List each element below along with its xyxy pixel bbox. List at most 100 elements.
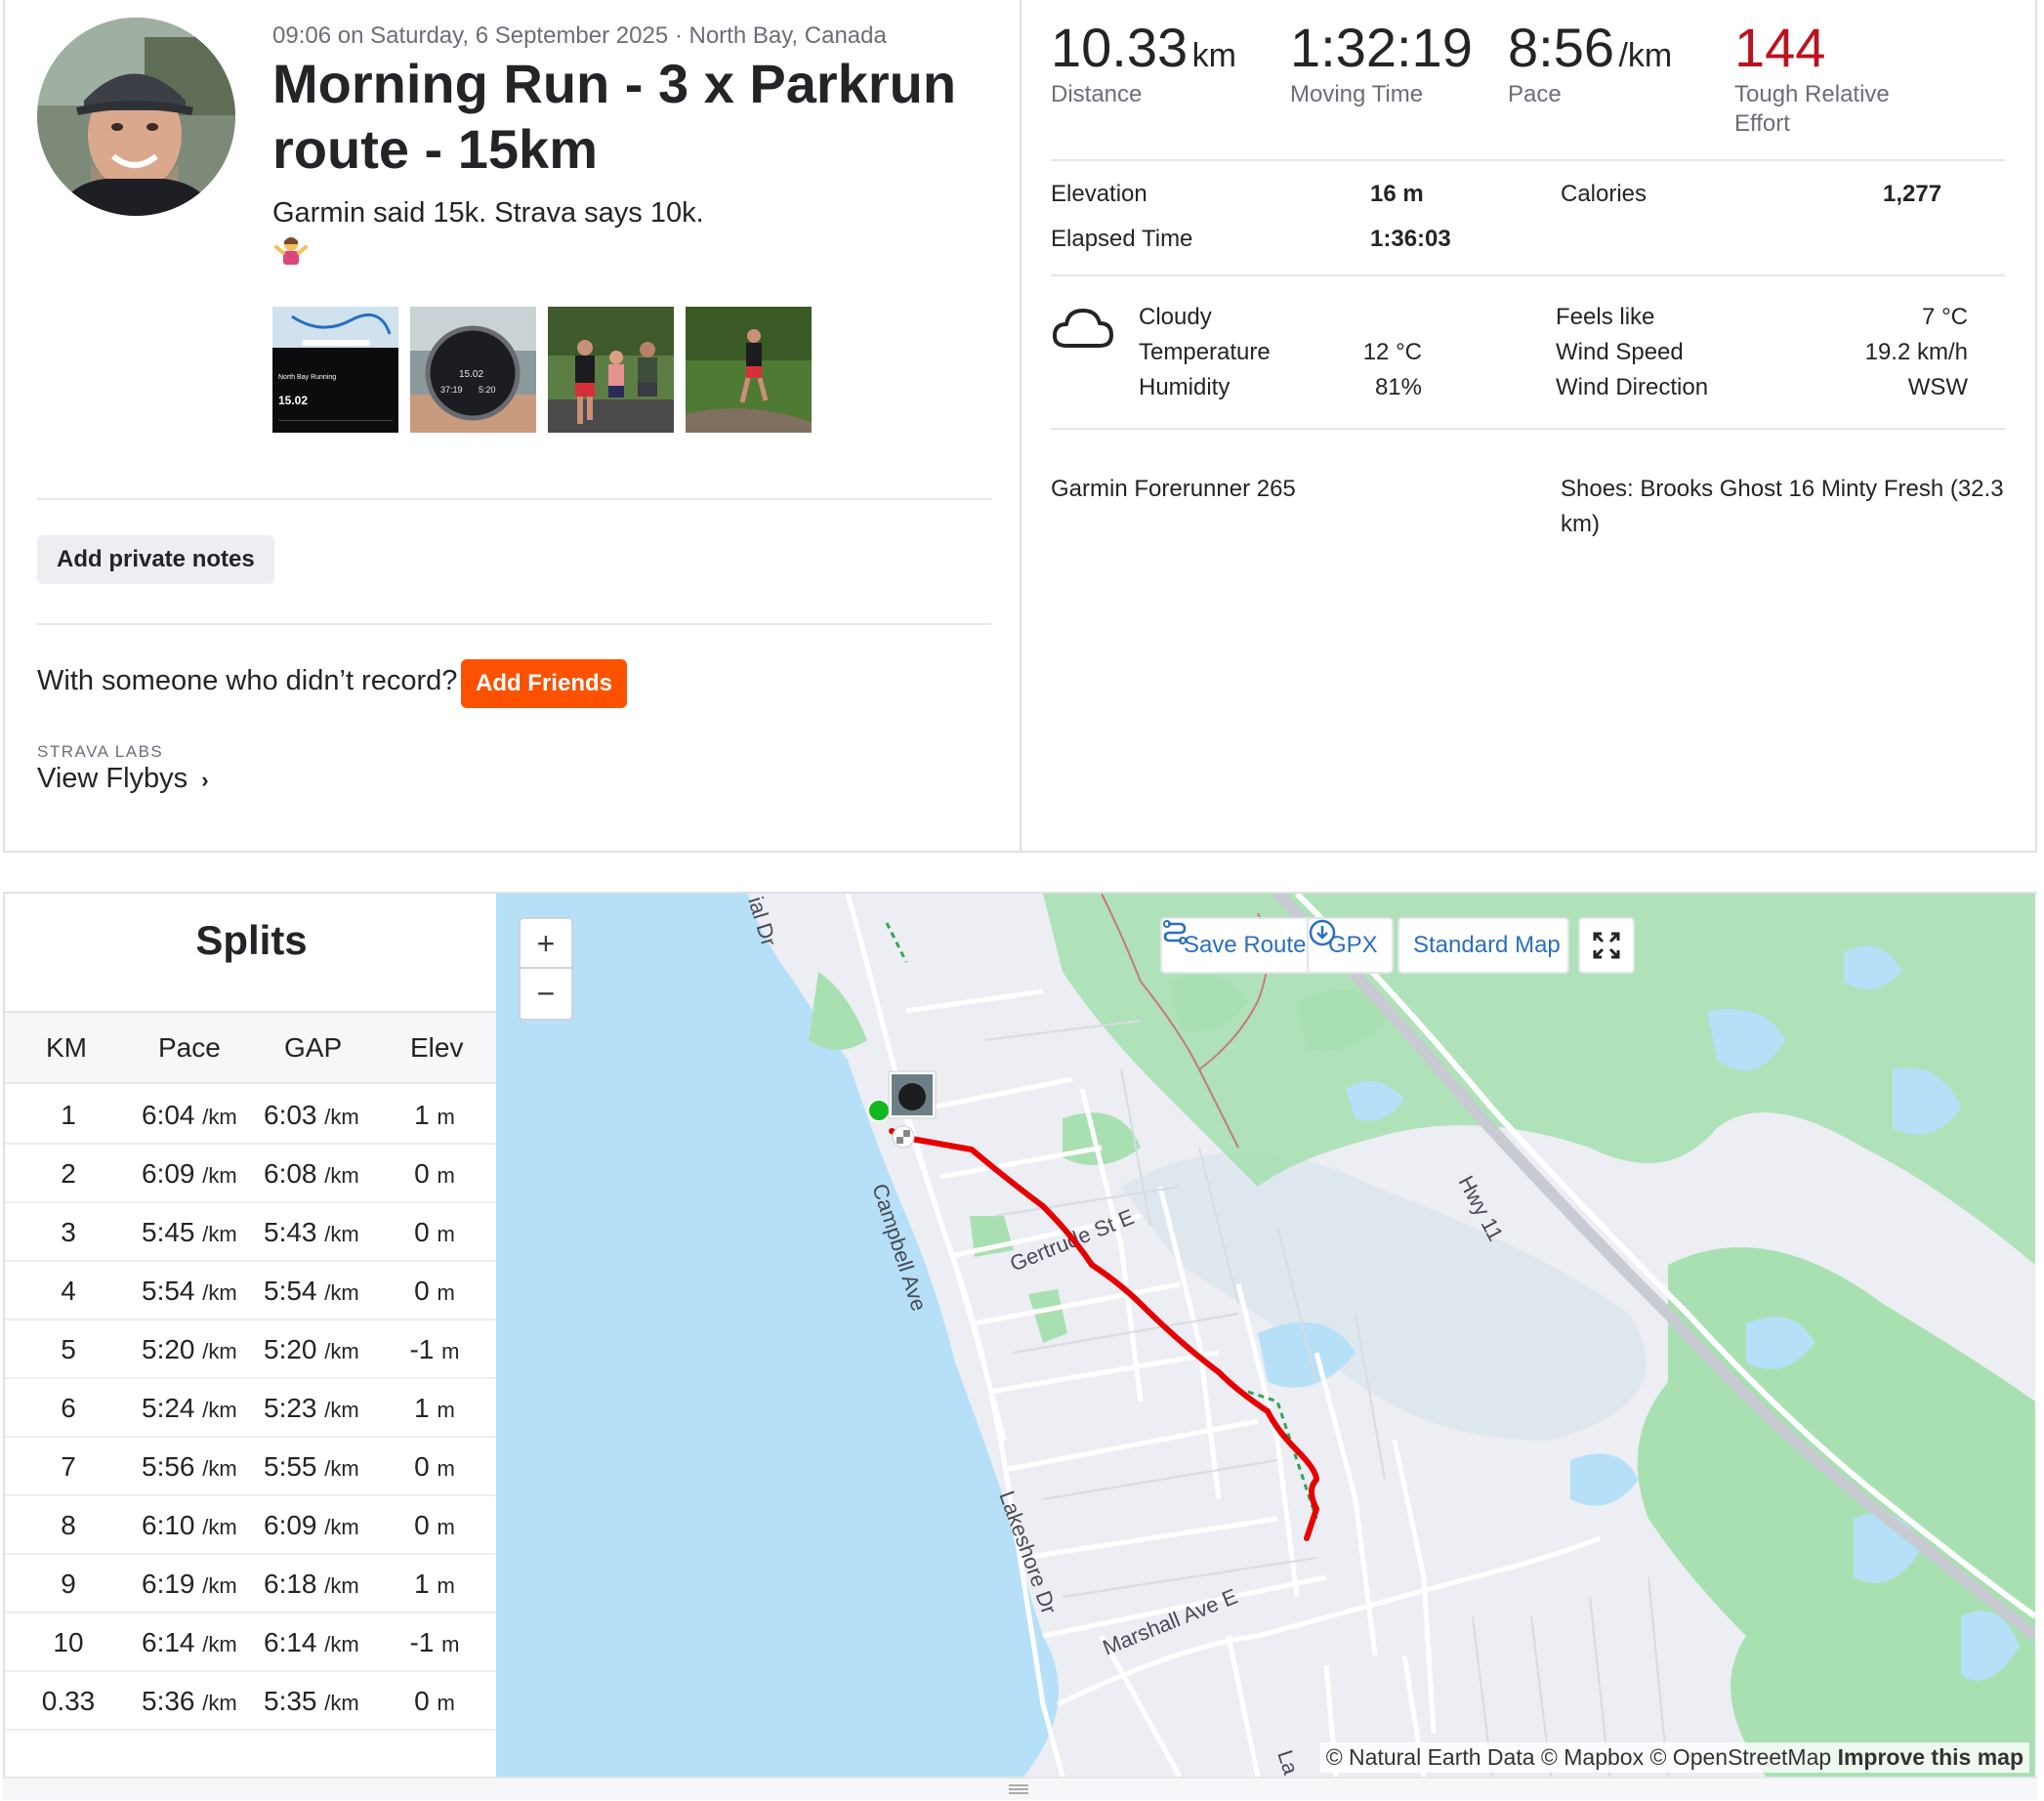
split-pace-unit: /km (202, 1573, 237, 1598)
split-elev-unit: m (437, 1163, 455, 1188)
effort-value: 144 (1734, 17, 1826, 78)
split-elev: 0 m (391, 1276, 479, 1307)
wind-speed-label: Wind Speed (1556, 339, 1684, 365)
split-elev-value: -1 (409, 1334, 435, 1364)
split-gap-unit: /km (324, 1105, 359, 1129)
device-name: Garmin Forerunner 265 (1051, 476, 1296, 502)
add-private-notes-button[interactable]: Add private notes (37, 535, 274, 584)
split-row[interactable]: 4 5:54 /km 5:54 /km 0 m (5, 1262, 498, 1320)
save-route-label: Save Route (1184, 932, 1307, 958)
section-divider (1051, 274, 2005, 276)
split-elev-value: -1 (409, 1627, 435, 1657)
split-gap-value: 6:09 (264, 1510, 317, 1540)
view-flybys-link[interactable]: View Flybys › (37, 763, 209, 795)
split-elev: 0 m (391, 1510, 479, 1541)
elevation-value: 16 m (1370, 181, 1424, 207)
split-pace-unit: /km (202, 1398, 237, 1422)
attribution-text[interactable]: © Natural Earth Data © Mapbox © OpenStre… (1326, 1744, 1831, 1770)
split-gap-value: 5:20 (264, 1334, 317, 1364)
split-km: 2 (61, 1158, 76, 1189)
split-row[interactable]: 7 5:56 /km 5:55 /km 0 m (5, 1438, 498, 1496)
split-pace-value: 5:45 (142, 1217, 195, 1247)
split-gap-value: 5:35 (264, 1686, 317, 1716)
split-gap-unit: /km (324, 1691, 359, 1715)
split-gap-unit: /km (324, 1280, 359, 1305)
split-pace: 5:36 /km (142, 1686, 237, 1717)
route-finish-marker[interactable] (892, 1125, 915, 1149)
map-photo-marker[interactable] (888, 1070, 937, 1119)
route-start-marker[interactable] (867, 1099, 891, 1122)
split-row[interactable]: 9 6:19 /km 6:18 /km 1 m (5, 1555, 498, 1613)
split-gap: 5:23 /km (264, 1393, 359, 1424)
split-elev-unit: m (437, 1691, 455, 1715)
split-row[interactable]: 1 6:04 /km 6:03 /km 1 m (5, 1086, 498, 1145)
split-km: 1 (61, 1100, 76, 1130)
split-elev: 0 m (391, 1158, 479, 1190)
photo-runner-park[interactable] (686, 307, 812, 433)
stat-moving-time: 1:32:19 Moving Time (1290, 16, 1473, 109)
split-gap-unit: /km (324, 1222, 359, 1246)
athlete-avatar[interactable] (37, 18, 235, 216)
split-gap: 6:09 /km (264, 1510, 359, 1541)
split-elev-value: 0 (414, 1276, 430, 1306)
photo-text: 15.02 (278, 394, 308, 407)
split-gap: 5:35 /km (264, 1686, 359, 1717)
split-row[interactable]: 3 5:45 /km 5:43 /km 0 m (5, 1203, 498, 1262)
pace-unit: /km (1618, 37, 1673, 74)
stat-relative-effort[interactable]: 144 Tough Relative Effort (1734, 16, 1920, 139)
photo-text: 37:19 (440, 385, 463, 395)
split-pace: 6:04 /km (142, 1100, 237, 1131)
view-flybys-label: View Flybys (37, 763, 188, 794)
shoes-line-1[interactable]: Shoes: Brooks Ghost 16 Minty Fresh (32.3 (1561, 476, 2004, 503)
split-gap-value: 5:55 (264, 1451, 317, 1482)
split-row[interactable]: 8 6:10 /km 6:09 /km 0 m (5, 1496, 498, 1555)
map-canvas[interactable]: ial Dr Campbell Ave Gertrude St E Hwy 11… (496, 894, 2035, 1777)
add-friends-button[interactable]: Add Friends (461, 659, 627, 708)
stat-pace: 8:56 /km Pace (1508, 16, 1672, 109)
split-elev-value: 0 (414, 1451, 430, 1482)
photo-watch-face[interactable]: 15.02 37:19 5:20 (410, 307, 536, 433)
split-gap-unit: /km (324, 1515, 359, 1539)
splits-and-map-section: Splits KM Pace GAP Elev 1 6:04 /km 6:03 /k… (3, 892, 2037, 1800)
split-gap-unit: /km (324, 1573, 359, 1598)
section-divider (37, 623, 991, 625)
split-gap: 6:08 /km (264, 1158, 359, 1190)
split-elev-unit: m (437, 1280, 455, 1305)
split-pace-value: 6:04 (142, 1100, 195, 1130)
split-pace-value: 6:19 (142, 1569, 195, 1599)
split-row[interactable]: 6 5:24 /km 5:23 /km 1 m (5, 1379, 498, 1438)
split-elev-value: 0 (414, 1158, 430, 1189)
photo-runners-group[interactable] (548, 307, 674, 433)
split-gap: 5:43 /km (264, 1217, 359, 1248)
zoom-out-button[interactable]: − (521, 969, 571, 1019)
split-elev: 0 m (391, 1451, 479, 1483)
split-row[interactable]: 5 5:20 /km 5:20 /km -1 m (5, 1320, 498, 1379)
photo-text: North Bay Running (278, 374, 336, 381)
distance-unit: km (1191, 37, 1236, 74)
strava-labs-label: STRAVA LABS (37, 742, 164, 761)
split-row[interactable]: 2 6:09 /km 6:08 /km 0 m (5, 1145, 498, 1203)
wind-direction-value: WSW (1907, 374, 1968, 400)
improve-map-link[interactable]: Improve this map (1838, 1744, 2023, 1770)
zoom-in-button[interactable]: + (521, 919, 571, 969)
split-row[interactable]: 0.33 5:36 /km 5:35 /km 0 m (5, 1672, 498, 1731)
split-elev-unit: m (437, 1573, 455, 1598)
split-row[interactable]: 10 6:14 /km 6:14 /km -1 m (5, 1613, 498, 1672)
map-style-dropdown[interactable]: Standard Map ▼ (1397, 917, 1592, 974)
split-pace-unit: /km (202, 1105, 237, 1129)
split-km: 10 (53, 1627, 84, 1657)
panel-resize-handle[interactable] (3, 1777, 2037, 1800)
split-elev-value: 0 (414, 1686, 430, 1716)
split-km: 3 (61, 1217, 76, 1247)
wind-direction-label: Wind Direction (1556, 374, 1709, 400)
gpx-download-button[interactable]: GPX (1307, 917, 1394, 974)
fullscreen-button[interactable] (1578, 917, 1635, 974)
split-pace-value: 5:24 (142, 1393, 195, 1423)
split-pace: 6:14 /km (142, 1627, 237, 1658)
calories-label: Calories (1561, 181, 1648, 207)
split-gap: 6:03 /km (264, 1100, 359, 1131)
split-pace-value: 5:54 (142, 1276, 195, 1306)
save-route-button[interactable]: Save Route (1160, 917, 1322, 974)
route-map[interactable]: ial Dr Campbell Ave Gertrude St E Hwy 11… (496, 894, 2035, 1777)
photo-watch-summary[interactable]: North Bay Running 15.02 (272, 307, 398, 433)
